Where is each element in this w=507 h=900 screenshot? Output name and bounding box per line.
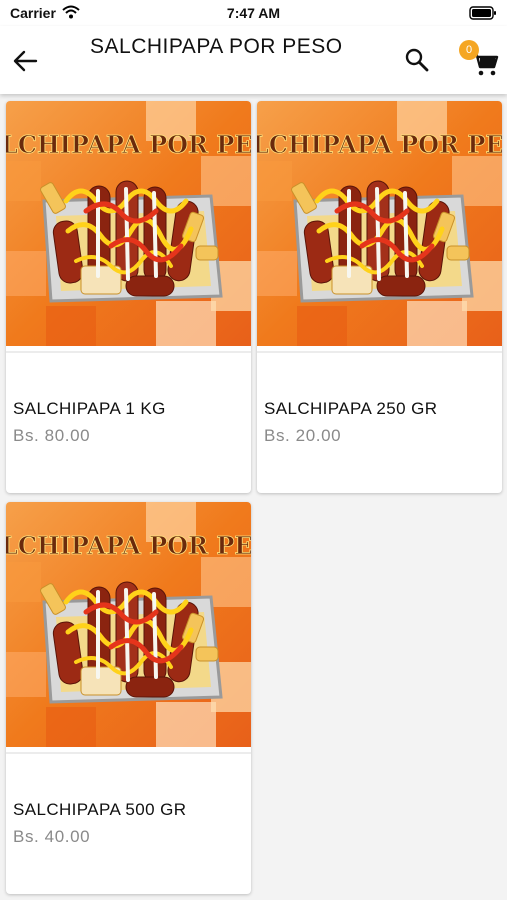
product-image: SALCHIPAPA POR PESO bbox=[6, 101, 251, 346]
cart-count-badge: 0 bbox=[459, 40, 479, 60]
status-bar: Carrier 7:47 AM bbox=[0, 0, 507, 26]
product-price: Bs. 80.00 bbox=[13, 426, 91, 445]
product-image: SALCHIPAPA POR PESO bbox=[6, 502, 251, 747]
page-title: SALCHIPAPA POR PESO bbox=[90, 35, 343, 58]
product-price: Bs. 20.00 bbox=[264, 426, 342, 445]
product-card[interactable]: SALCHIPAPA POR PESO SALCHIPAPA 250 GR Bs… bbox=[257, 101, 502, 493]
product-name: SALCHIPAPA 500 GR bbox=[13, 800, 187, 819]
app-bar: SALCHIPAPA POR PESO 0 bbox=[0, 26, 507, 94]
card-divider bbox=[257, 351, 502, 353]
product-name: SALCHIPAPA 1 KG bbox=[13, 399, 166, 418]
status-time: 7:47 AM bbox=[226, 5, 281, 21]
search-button[interactable] bbox=[403, 46, 431, 74]
product-image-banner: SALCHIPAPA POR PESO bbox=[6, 531, 251, 560]
product-name: SALCHIPAPA 250 GR bbox=[264, 399, 438, 418]
product-image-banner: SALCHIPAPA POR PESO bbox=[257, 130, 502, 159]
search-icon bbox=[405, 48, 429, 72]
card-divider bbox=[6, 351, 251, 353]
product-image-banner: SALCHIPAPA POR PESO bbox=[6, 130, 251, 159]
product-price: Bs. 40.00 bbox=[13, 827, 91, 846]
card-divider bbox=[6, 752, 251, 754]
product-image: SALCHIPAPA POR PESO bbox=[257, 101, 502, 346]
product-card[interactable]: SALCHIPAPA POR PESO SALCHIPAPA 500 GR Bs… bbox=[6, 502, 251, 894]
battery-icon bbox=[469, 6, 497, 25]
arrow-left-icon bbox=[13, 50, 38, 72]
back-button[interactable] bbox=[10, 46, 40, 76]
product-card[interactable]: SALCHIPAPA POR PESO SALCHIPAPA 1 KG Bs. … bbox=[6, 101, 251, 493]
